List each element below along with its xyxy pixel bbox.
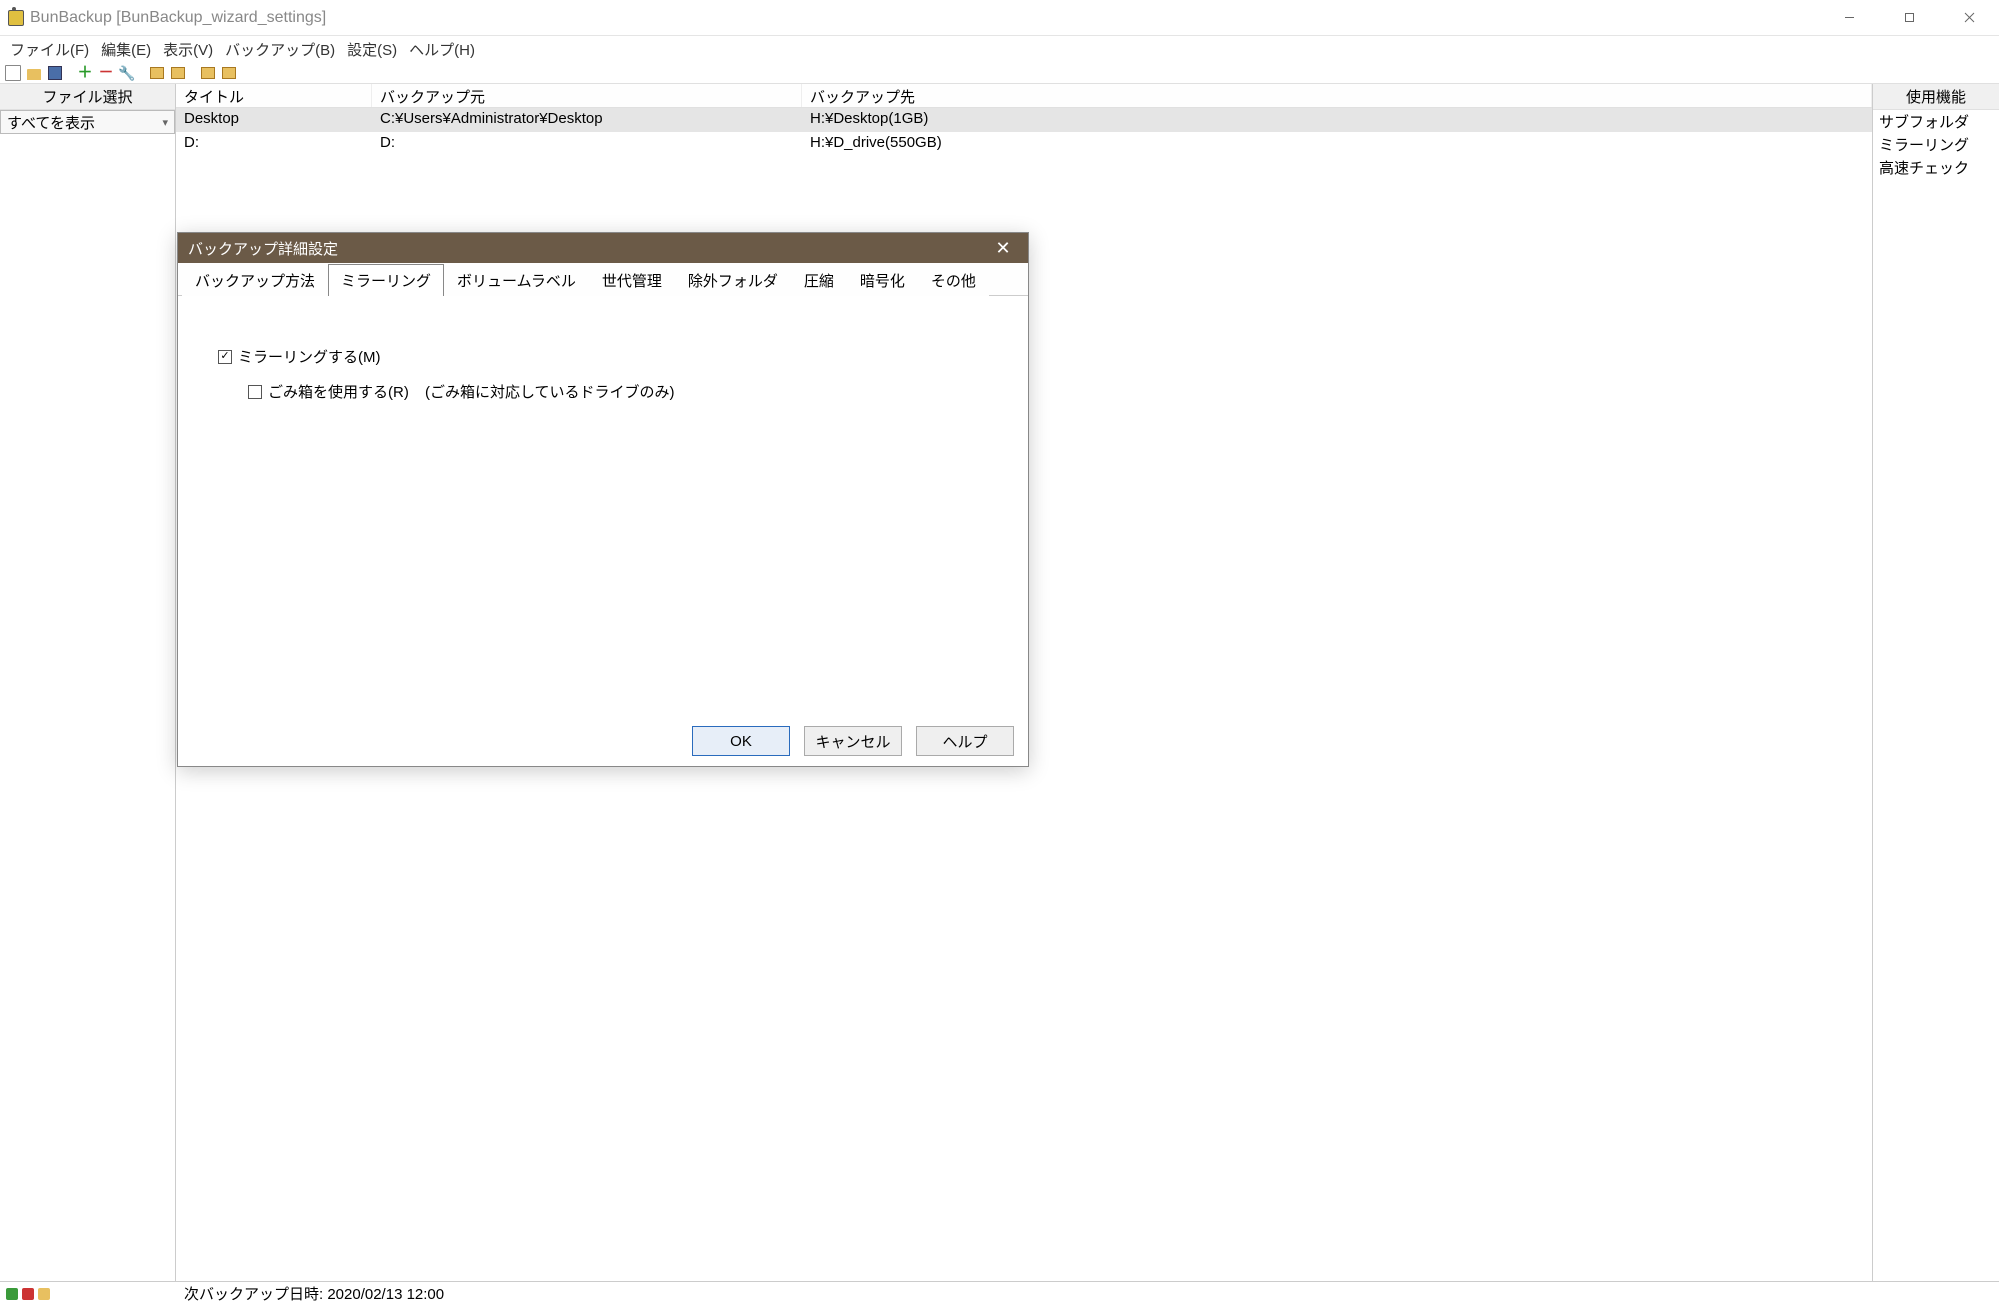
minimize-button[interactable] [1819, 0, 1879, 36]
feature-item: 高速チェック [1873, 156, 1999, 179]
window-controls [1819, 0, 1999, 36]
status-green-icon [6, 1288, 18, 1300]
dialog-title: バックアップ詳細設定 [188, 238, 338, 259]
feature-item: サブフォルダ [1873, 110, 1999, 133]
help-button[interactable]: ヘルプ [916, 726, 1014, 756]
menu-file[interactable]: ファイル(F) [6, 37, 93, 62]
tab-generation[interactable]: 世代管理 [589, 264, 675, 296]
toolbar: ＋ － 🔧 [0, 62, 1999, 84]
menu-view[interactable]: 表示(V) [159, 37, 217, 62]
status-yellow-icon [38, 1288, 50, 1300]
tab-encrypt[interactable]: 暗号化 [847, 264, 918, 296]
dialog-buttons: OK キャンセル ヘルプ [178, 716, 1028, 766]
box3-icon[interactable] [199, 64, 217, 82]
recycle-checkbox-row: ごみ箱を使用する(R) (ごみ箱に対応しているドライブのみ) [248, 381, 988, 402]
app-icon [8, 10, 24, 26]
window-title: BunBackup [BunBackup_wizard_settings] [30, 9, 326, 27]
dialog-body: ミラーリングする(M) ごみ箱を使用する(R) (ごみ箱に対応しているドライブの… [178, 296, 1028, 716]
menu-settings[interactable]: 設定(S) [343, 37, 401, 62]
cell-dest: H:¥Desktop(1GB) [802, 108, 1872, 132]
tab-backup-method[interactable]: バックアップ方法 [182, 264, 328, 296]
mirroring-checkbox-row: ミラーリングする(M) [218, 346, 988, 367]
cell-source: C:¥Users¥Administrator¥Desktop [372, 108, 802, 132]
cell-title: D: [176, 132, 372, 156]
feature-item: ミラーリング [1873, 133, 1999, 156]
box1-icon[interactable] [148, 64, 166, 82]
ok-button[interactable]: OK [692, 726, 790, 756]
dialog-close-button[interactable]: ✕ [988, 238, 1018, 259]
status-red-icon [22, 1288, 34, 1300]
file-select-value: すべてを表示 [7, 112, 95, 133]
tab-exclude-folder[interactable]: 除外フォルダ [675, 264, 791, 296]
dialog-titlebar[interactable]: バックアップ詳細設定 ✕ [178, 233, 1028, 263]
dialog-tabs: バックアップ方法 ミラーリング ボリュームラベル 世代管理 除外フォルダ 圧縮 … [178, 263, 1028, 296]
features-header: 使用機能 [1873, 84, 1999, 110]
file-select-dropdown[interactable]: すべてを表示 ▾ [0, 110, 175, 134]
remove-icon[interactable]: － [97, 64, 115, 82]
menu-help[interactable]: ヘルプ(H) [405, 37, 479, 62]
status-icons [0, 1288, 176, 1300]
tab-compress[interactable]: 圧縮 [791, 264, 847, 296]
file-select-header: ファイル選択 [0, 84, 175, 110]
titlebar: BunBackup [BunBackup_wizard_settings] [0, 0, 1999, 36]
right-panel: 使用機能 サブフォルダ ミラーリング 高速チェック [1873, 84, 1999, 1281]
main-area: ファイル選択 すべてを表示 ▾ タイトル バックアップ元 バックアップ先 Des… [0, 84, 1999, 1281]
mirroring-label: ミラーリングする(M) [238, 346, 381, 367]
menubar: ファイル(F) 編集(E) 表示(V) バックアップ(B) 設定(S) ヘルプ(… [0, 36, 1999, 62]
col-source[interactable]: バックアップ元 [372, 84, 802, 107]
save-icon[interactable] [46, 64, 64, 82]
cell-source: D: [372, 132, 802, 156]
box2-icon[interactable] [169, 64, 187, 82]
tab-other[interactable]: その他 [918, 264, 989, 296]
chevron-down-icon: ▾ [162, 116, 168, 129]
col-dest[interactable]: バックアップ先 [802, 84, 1872, 107]
backup-detail-dialog: バックアップ詳細設定 ✕ バックアップ方法 ミラーリング ボリュームラベル 世代… [177, 232, 1029, 767]
add-icon[interactable]: ＋ [76, 64, 94, 82]
maximize-button[interactable] [1879, 0, 1939, 36]
recycle-label: ごみ箱を使用する(R) [268, 381, 409, 402]
statusbar: 次バックアップ日時: 2020/02/13 12:00 [0, 1281, 1999, 1305]
menu-edit[interactable]: 編集(E) [97, 37, 155, 62]
table-header: タイトル バックアップ元 バックアップ先 [176, 84, 1872, 108]
cell-dest: H:¥D_drive(550GB) [802, 132, 1872, 156]
tab-volume-label[interactable]: ボリュームラベル [444, 264, 589, 296]
cancel-button[interactable]: キャンセル [804, 726, 902, 756]
recycle-note: (ごみ箱に対応しているドライブのみ) [425, 381, 675, 402]
recycle-checkbox[interactable] [248, 385, 262, 399]
menu-backup[interactable]: バックアップ(B) [221, 37, 339, 62]
close-button[interactable] [1939, 0, 1999, 36]
settings-icon[interactable]: 🔧 [118, 64, 136, 82]
table-row[interactable]: D: D: H:¥D_drive(550GB) [176, 132, 1872, 156]
status-text: 次バックアップ日時: 2020/02/13 12:00 [176, 1283, 452, 1304]
left-panel: ファイル選択 すべてを表示 ▾ [0, 84, 176, 1281]
main-window: BunBackup [BunBackup_wizard_settings] ファ… [0, 0, 1999, 1305]
cell-title: Desktop [176, 108, 372, 132]
col-title[interactable]: タイトル [176, 84, 372, 107]
open-icon[interactable] [25, 64, 43, 82]
mirroring-checkbox[interactable] [218, 350, 232, 364]
box4-icon[interactable] [220, 64, 238, 82]
tab-mirroring[interactable]: ミラーリング [328, 264, 444, 296]
new-icon[interactable] [4, 64, 22, 82]
table-row[interactable]: Desktop C:¥Users¥Administrator¥Desktop H… [176, 108, 1872, 132]
